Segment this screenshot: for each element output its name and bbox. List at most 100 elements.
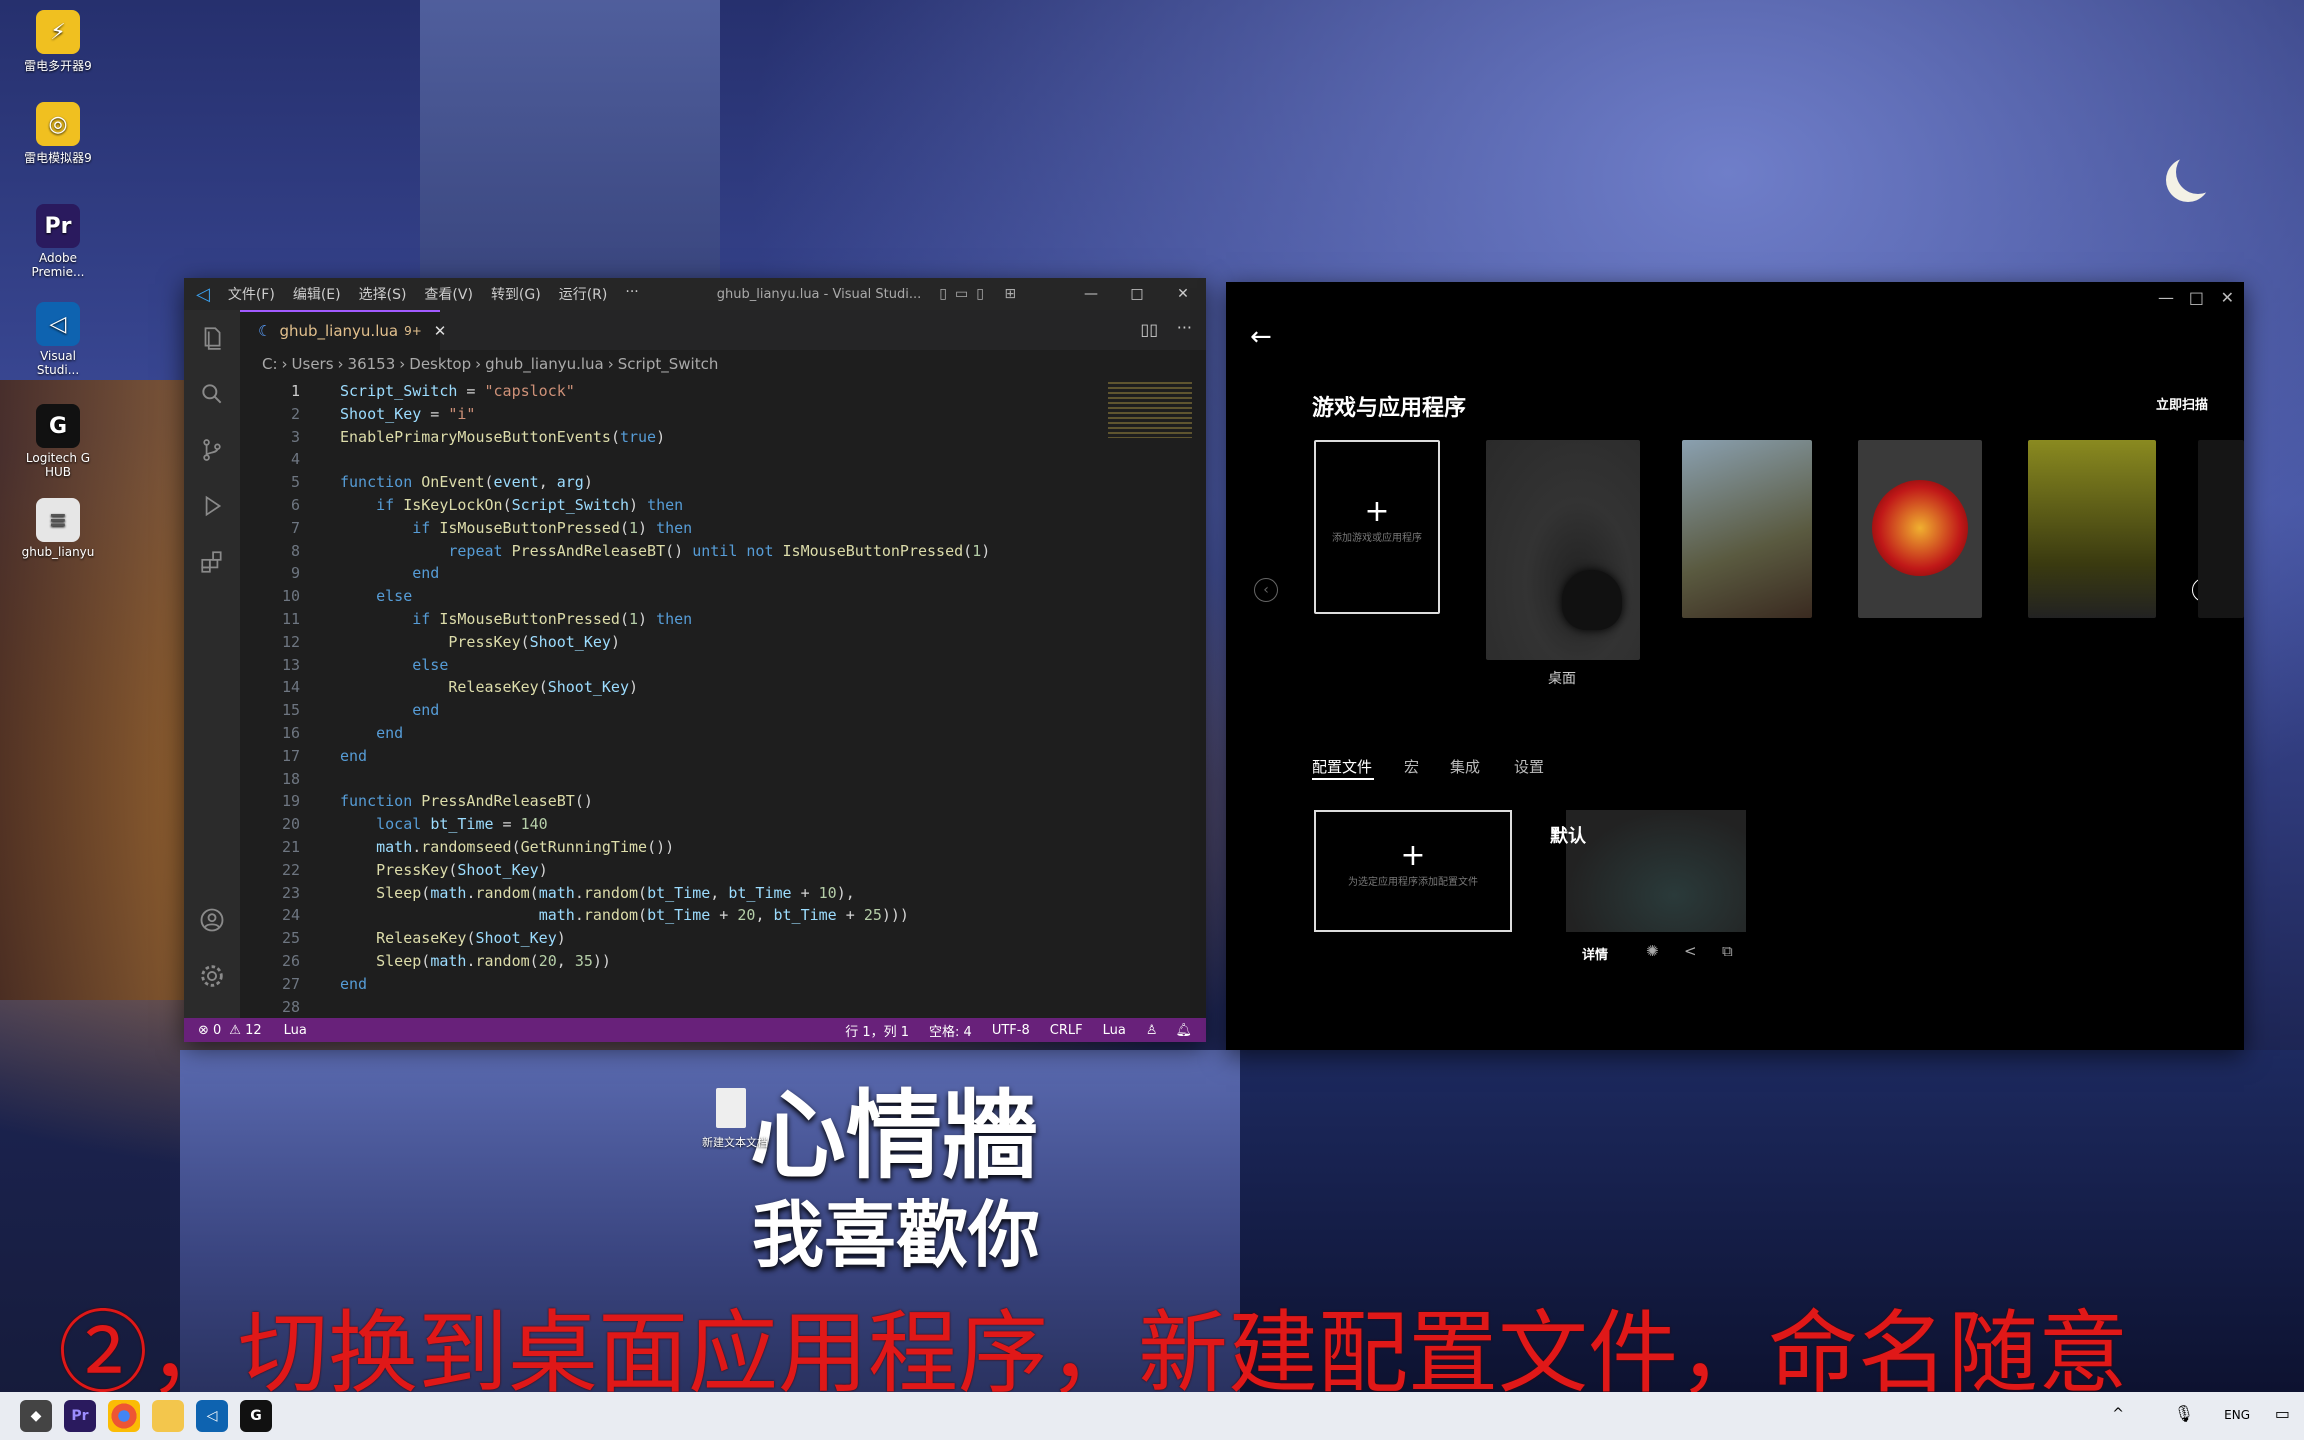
breadcrumb-item[interactable]: Desktop bbox=[409, 355, 471, 373]
carousel-prev-icon[interactable]: ‹ bbox=[1254, 578, 1278, 602]
code-line[interactable]: Sleep(math.random(20, 35)) bbox=[340, 952, 611, 970]
code-line[interactable]: local bt_Time = 140 bbox=[340, 815, 548, 833]
code-editor[interactable]: 1 Script_Switch = "capslock" 2 Shoot_Key = … bbox=[240, 378, 1206, 1018]
minimize-button[interactable]: — bbox=[1068, 286, 1114, 302]
settings-gear-icon[interactable] bbox=[184, 948, 240, 1004]
more-actions-icon[interactable]: ··· bbox=[1177, 318, 1192, 337]
bell-icon[interactable]: 🔔︎ bbox=[1175, 1023, 1192, 1038]
menu-item[interactable]: 运行(R) bbox=[559, 284, 608, 304]
code-line[interactable]: end bbox=[340, 724, 403, 742]
game-card-partial[interactable] bbox=[2198, 440, 2244, 618]
code-line[interactable]: end bbox=[340, 564, 439, 582]
feedback-icon[interactable]: ♙ bbox=[1146, 1023, 1158, 1038]
code-line[interactable]: end bbox=[340, 701, 439, 719]
tab-close-icon[interactable]: ✕ bbox=[434, 322, 447, 340]
code-line[interactable]: function OnEvent(event, arg) bbox=[340, 473, 593, 491]
breadcrumb-item[interactable]: ghub_lianyu.lua bbox=[485, 355, 604, 373]
share-icon[interactable]: < bbox=[1684, 942, 1697, 960]
menu-item[interactable]: 文件(F) bbox=[228, 284, 275, 304]
split-editor-icon[interactable]: ▯▯ bbox=[1140, 320, 1158, 339]
profile-settings-icon[interactable]: ✺ bbox=[1646, 942, 1659, 960]
desktop-icon[interactable]: Pr Adobe Premie... bbox=[18, 204, 98, 279]
code-line[interactable]: PressKey(Shoot_Key) bbox=[340, 633, 620, 651]
taskbar-ghub-icon[interactable]: G bbox=[240, 1400, 272, 1432]
menu-item[interactable]: 选择(S) bbox=[359, 284, 407, 304]
game-card-counter-strike[interactable] bbox=[2028, 440, 2156, 618]
language-mode[interactable]: Lua bbox=[1103, 1023, 1126, 1038]
lua-mode-left[interactable]: Lua bbox=[284, 1023, 307, 1038]
code-line[interactable]: EnablePrimaryMouseButtonEvents(true) bbox=[340, 428, 665, 446]
desktop-icon[interactable]: ≡ ghub_lianyu bbox=[18, 498, 98, 559]
ghub-window[interactable]: — □ ✕ ← 游戏与应用程序 立即扫描 ‹ › + 添加游戏或应用程序 桌面 … bbox=[1226, 282, 2244, 1050]
tray-mic-icon[interactable]: 🎙︎ bbox=[2174, 1404, 2194, 1423]
ghub-close-button[interactable]: ✕ bbox=[2221, 288, 2234, 307]
taskbar-chrome-icon[interactable] bbox=[108, 1400, 140, 1432]
desktop-icon[interactable]: ◁ Visual Studi... bbox=[18, 302, 98, 377]
scan-now-button[interactable]: 立即扫描 bbox=[2156, 394, 2208, 413]
run-debug-icon[interactable] bbox=[184, 478, 240, 534]
taskbar-premiere-icon[interactable]: Pr bbox=[64, 1400, 96, 1432]
layout-icons[interactable]: ▯▭▯ ⊞ bbox=[939, 286, 1024, 302]
ghub-maximize-button[interactable]: □ bbox=[2189, 288, 2204, 307]
default-profile-card[interactable] bbox=[1566, 810, 1746, 932]
cursor-position[interactable]: 行 1，列 1 bbox=[845, 1021, 909, 1040]
ghub-minimize-button[interactable]: — bbox=[2158, 288, 2174, 307]
tab-ghub-lianyu[interactable]: ☾ ghub_lianyu.lua 9+ ✕ bbox=[240, 310, 446, 350]
code-line[interactable]: Script_Switch = "capslock" bbox=[340, 382, 575, 400]
add-profile-card[interactable]: + 为选定应用程序添加配置文件 bbox=[1314, 810, 1512, 932]
profile-tab[interactable]: 设置 bbox=[1514, 756, 1544, 777]
eol[interactable]: CRLF bbox=[1050, 1023, 1083, 1038]
menu-item[interactable]: 转到(G) bbox=[491, 284, 541, 304]
code-line[interactable]: if IsMouseButtonPressed(1) then bbox=[340, 610, 692, 628]
code-line[interactable]: end bbox=[340, 747, 367, 765]
code-line[interactable]: function PressAndReleaseBT() bbox=[340, 792, 593, 810]
code-line[interactable]: repeat PressAndReleaseBT() until not IsM… bbox=[340, 542, 990, 560]
vscode-titlebar[interactable]: ◁ 文件(F) 编辑(E) 选择(S) 查看(V) 转到(G) 运行(R) ··· ghub… bbox=[184, 278, 1206, 310]
taskbar-vscode-icon[interactable]: ◁ bbox=[196, 1400, 228, 1432]
code-line[interactable]: else bbox=[340, 587, 412, 605]
indent-setting[interactable]: 空格: 4 bbox=[929, 1021, 972, 1040]
menu-item[interactable]: 查看(V) bbox=[424, 284, 473, 304]
desktop-app-card[interactable] bbox=[1486, 440, 1640, 660]
profile-tab[interactable]: 集成 bbox=[1450, 756, 1480, 777]
maximize-button[interactable]: □ bbox=[1114, 286, 1160, 302]
language-indicator[interactable]: ENG bbox=[2224, 1408, 2250, 1422]
desktop-icon[interactable]: ⚡ 雷电多开器9 bbox=[18, 10, 98, 74]
breadcrumb-item[interactable]: Script_Switch bbox=[618, 355, 719, 373]
task-view-icon[interactable]: ◆ bbox=[20, 1400, 52, 1432]
code-line[interactable]: if IsMouseButtonPressed(1) then bbox=[340, 519, 692, 537]
vscode-window[interactable]: ◁ 文件(F) 编辑(E) 选择(S) 查看(V) 转到(G) 运行(R) ··· ghub… bbox=[184, 278, 1206, 1042]
code-line[interactable]: math.randomseed(GetRunningTime()) bbox=[340, 838, 674, 856]
error-count[interactable]: ⊗ 0 bbox=[198, 1023, 221, 1038]
search-icon[interactable] bbox=[184, 366, 240, 422]
encoding[interactable]: UTF-8 bbox=[992, 1023, 1030, 1038]
breadcrumb-item[interactable]: Users bbox=[292, 355, 334, 373]
extensions-icon[interactable] bbox=[184, 534, 240, 590]
code-line[interactable]: else bbox=[340, 656, 448, 674]
file-icon-desktop[interactable] bbox=[716, 1088, 746, 1128]
add-game-card[interactable]: + 添加游戏或应用程序 bbox=[1314, 440, 1440, 614]
code-line[interactable]: Shoot_Key = "i" bbox=[340, 405, 475, 423]
notification-icon[interactable]: ▭ bbox=[2275, 1404, 2290, 1423]
account-icon[interactable] bbox=[184, 892, 240, 948]
explorer-icon[interactable] bbox=[184, 310, 240, 366]
game-card-crossfire[interactable] bbox=[1858, 440, 1982, 618]
desktop-icon[interactable]: G Logitech G HUB bbox=[18, 404, 98, 479]
back-arrow-icon[interactable]: ← bbox=[1250, 322, 1272, 352]
source-control-icon[interactable] bbox=[184, 422, 240, 478]
menu-item[interactable]: ··· bbox=[625, 284, 638, 304]
duplicate-icon[interactable]: ⧉ bbox=[1722, 942, 1733, 960]
menu-item[interactable]: 编辑(E) bbox=[293, 284, 341, 304]
code-line[interactable]: end bbox=[340, 975, 367, 993]
warning-count[interactable]: ⚠ 12 bbox=[229, 1023, 261, 1038]
code-line[interactable]: Sleep(math.random(math.random(bt_Time, b… bbox=[340, 884, 855, 902]
code-line[interactable]: PressKey(Shoot_Key) bbox=[340, 861, 548, 879]
code-line[interactable]: if IsKeyLockOn(Script_Switch) then bbox=[340, 496, 683, 514]
profile-tab[interactable]: 宏 bbox=[1404, 756, 1419, 777]
breadcrumb-item[interactable]: 36153 bbox=[348, 355, 396, 373]
game-card-ark[interactable] bbox=[1682, 440, 1812, 618]
code-line[interactable]: ReleaseKey(Shoot_Key) bbox=[340, 678, 638, 696]
tray-chevron-icon[interactable]: ^ bbox=[2112, 1406, 2124, 1422]
breadcrumb-item[interactable]: C: bbox=[262, 355, 278, 373]
close-button[interactable]: ✕ bbox=[1160, 286, 1206, 302]
